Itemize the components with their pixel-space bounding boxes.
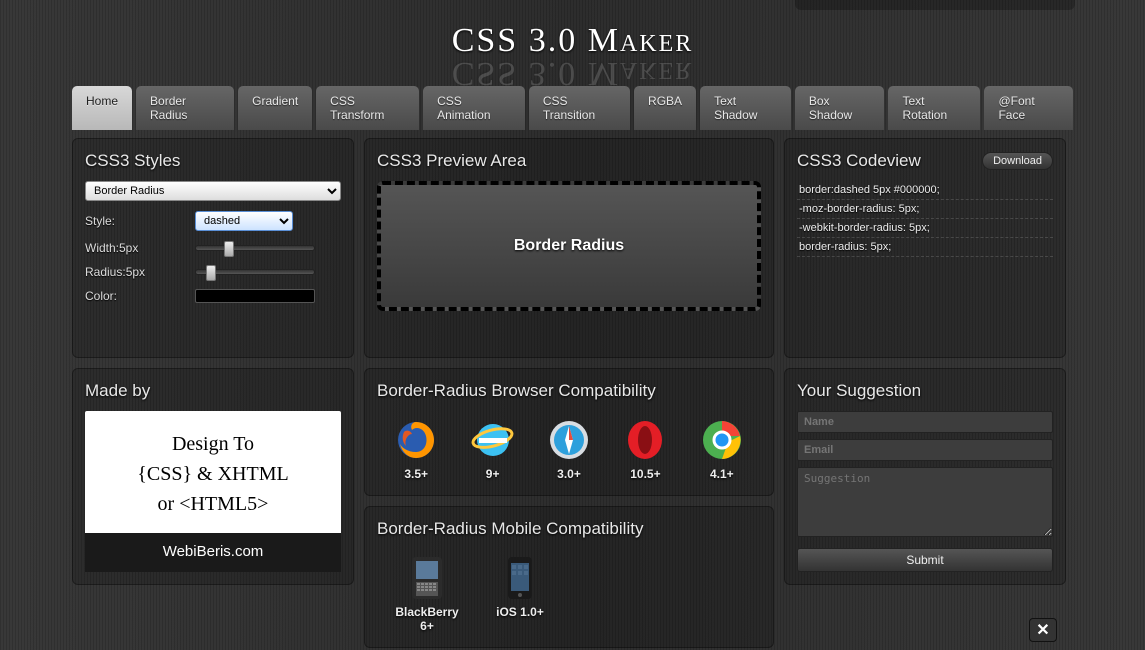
preview-panel: CSS3 Preview Area Border Radius [364,138,774,358]
code-line: -webkit-border-radius: 5px; [797,219,1053,238]
compat-ie: 9+ [463,417,521,481]
width-slider-thumb[interactable] [224,241,234,257]
nav-border-radius[interactable]: Border Radius [136,86,234,130]
styles-select[interactable]: Border Radius [85,181,341,201]
submit-button[interactable]: Submit [797,548,1053,572]
radius-label: Radius:5px [85,265,195,279]
email-field[interactable] [797,439,1053,461]
nav-css-animation[interactable]: CSS Animation [423,86,525,130]
compat-blackberry: BlackBerry 6+ [387,555,467,633]
color-label: Color: [85,289,195,303]
opera-label: 10.5+ [630,467,660,481]
blackberry-icon [404,555,450,601]
name-field[interactable] [797,411,1053,433]
code-line: -moz-border-radius: 5px; [797,200,1053,219]
nav-gradient[interactable]: Gradient [238,86,312,130]
ios-label: iOS 1.0+ [496,605,544,619]
radius-slider-thumb[interactable] [206,265,216,281]
download-button[interactable]: Download [982,152,1053,170]
compat-firefox: 3.5+ [387,417,445,481]
madeby-title: Made by [85,381,341,401]
page-title: CSS 3.0 Maker CSS 3.0 Maker [0,0,1145,68]
madeby-line1: Design To [93,429,333,459]
browser-compat-title: Border-Radius Browser Compatibility [377,381,761,401]
preview-text: Border Radius [514,237,624,255]
preview-box: Border Radius [377,181,761,311]
chrome-icon [699,417,745,463]
nav-css-transition[interactable]: CSS Transition [529,86,630,130]
radius-slider[interactable] [195,269,315,275]
style-label: Style: [85,214,195,228]
madeby-line2: {CSS} & XHTML [93,459,333,489]
nav-text-rotation[interactable]: Text Rotation [888,86,980,130]
nav-font-face[interactable]: @Font Face [984,86,1073,130]
made-by-panel: Made by Design To {CSS} & XHTML or <HTML… [72,368,354,585]
suggestion-title: Your Suggestion [797,381,1053,401]
chrome-label: 4.1+ [710,467,734,481]
close-icon: ✕ [1036,620,1049,640]
nav-css-transform[interactable]: CSS Transform [316,86,419,130]
madeby-card[interactable]: Design To {CSS} & XHTML or <HTML5> WebiB… [85,411,341,572]
firefox-label: 3.5+ [404,467,428,481]
style-select[interactable]: dashed [195,211,293,231]
suggestion-field[interactable] [797,467,1053,537]
css3-styles-panel: CSS3 Styles Border Radius Style: dashed … [72,138,354,358]
safari-icon [546,417,592,463]
ios-icon [497,555,543,601]
browser-compat-panel: Border-Radius Browser Compatibility 3.5+… [364,368,774,496]
ie-icon [470,417,516,463]
madeby-footer: WebiBeris.com [85,533,341,572]
codeview-title: CSS3 Codeview [797,151,921,171]
compat-ios: iOS 1.0+ [485,555,555,633]
ie-label: 9+ [486,467,500,481]
preview-title: CSS3 Preview Area [377,151,761,171]
styles-panel-title: CSS3 Styles [85,151,341,171]
main-nav: Home Border Radius Gradient CSS Transfor… [0,86,1145,130]
mobile-compat-title: Border-Radius Mobile Compatibility [377,519,761,539]
compat-opera: 10.5+ [616,417,674,481]
compat-safari: 3.0+ [540,417,598,481]
safari-label: 3.0+ [557,467,581,481]
nav-rgba[interactable]: RGBA [634,86,696,130]
madeby-line3: or <HTML5> [93,489,333,519]
firefox-icon [393,417,439,463]
blackberry-label: BlackBerry 6+ [387,605,467,633]
codeview-panel: CSS3 Codeview Download border:dashed 5px… [784,138,1066,358]
close-button[interactable]: ✕ [1029,618,1057,642]
title-text: CSS 3.0 Maker [452,22,694,59]
mobile-compat-panel: Border-Radius Mobile Compatibility Black… [364,506,774,648]
code-line: border-radius: 5px; [797,238,1053,257]
compat-chrome: 4.1+ [693,417,751,481]
width-slider[interactable] [195,245,315,251]
suggestion-panel: Your Suggestion Submit [784,368,1066,585]
width-label: Width:5px [85,241,195,255]
code-line: border:dashed 5px #000000; [797,181,1053,200]
color-swatch[interactable] [195,289,315,303]
nav-home[interactable]: Home [72,86,132,130]
opera-icon [622,417,668,463]
nav-text-shadow[interactable]: Text Shadow [700,86,791,130]
nav-box-shadow[interactable]: Box Shadow [795,86,885,130]
